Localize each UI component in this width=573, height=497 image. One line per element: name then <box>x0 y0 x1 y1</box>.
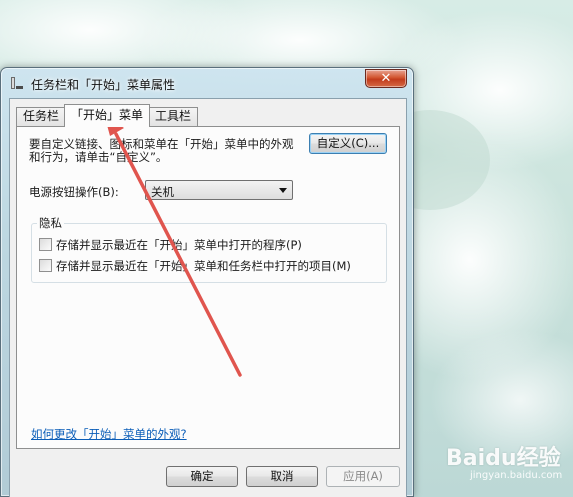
recent-items-option[interactable]: 存储并显示最近在「开始」菜单和任务栏中打开的项目(M) <box>39 258 351 274</box>
recent-programs-option[interactable]: 存储并显示最近在「开始」菜单中打开的程序(P) <box>39 237 302 253</box>
watermark-brand: Baidu经验 <box>446 446 561 471</box>
title-bar[interactable]: 任务栏和「开始」菜单属性 ✕ <box>1 68 413 98</box>
power-button-label: 电源按钮操作(B): <box>29 185 119 199</box>
ok-button[interactable]: 确定 <box>166 466 238 487</box>
power-button-select[interactable]: 关机 <box>145 180 293 200</box>
chevron-down-icon <box>279 188 287 193</box>
power-button-value: 关机 <box>151 185 174 199</box>
intro-text: 要自定义链接、图标和菜单在「开始」菜单中的外观和行为，请单击“自定义”。 <box>29 137 294 164</box>
cancel-button[interactable]: 取消 <box>246 466 318 487</box>
window-title: 任务栏和「开始」菜单属性 <box>31 78 176 92</box>
recent-items-label: 存储并显示最近在「开始」菜单和任务栏中打开的项目(M) <box>56 259 351 273</box>
watermark-url: jingyan.baidu.com <box>470 470 563 481</box>
close-icon: ✕ <box>380 71 392 86</box>
privacy-group <box>31 223 387 283</box>
privacy-group-label: 隐私 <box>37 215 64 231</box>
tab-taskbar[interactable]: 任务栏 <box>16 107 67 126</box>
taskbar-app-icon <box>11 77 23 89</box>
recent-programs-label: 存储并显示最近在「开始」菜单中打开的程序(P) <box>56 238 302 252</box>
customize-button[interactable]: 自定义(C)... <box>309 133 387 154</box>
recent-items-checkbox[interactable] <box>39 259 52 272</box>
dialog-client-area: 任务栏 「开始」菜单 工具栏 要自定义链接、图标和菜单在「开始」菜单中的外观和行… <box>9 98 407 497</box>
close-button[interactable]: ✕ <box>365 69 407 88</box>
start-menu-tab-panel: 要自定义链接、图标和菜单在「开始」菜单中的外观和行为，请单击“自定义”。 自定义… <box>16 126 400 449</box>
recent-programs-checkbox[interactable] <box>39 238 52 251</box>
help-link[interactable]: 如何更改「开始」菜单的外观? <box>31 426 187 442</box>
tab-start-menu[interactable]: 「开始」菜单 <box>64 104 151 127</box>
apply-button[interactable]: 应用(A) <box>326 466 400 487</box>
tab-toolbars[interactable]: 工具栏 <box>148 107 199 126</box>
properties-dialog: 任务栏和「开始」菜单属性 ✕ 任务栏 「开始」菜单 工具栏 要自定义链接、图标和… <box>0 67 414 497</box>
